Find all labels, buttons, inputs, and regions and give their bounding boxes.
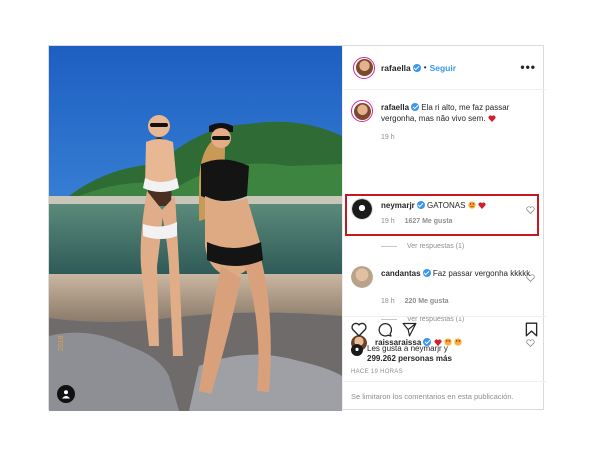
comment-time: 18 h xyxy=(381,298,395,305)
post-photo[interactable]: 2018 xyxy=(49,46,342,411)
beach-photo-illustration: 2018 xyxy=(49,46,342,411)
highlight-box xyxy=(345,194,539,236)
instagram-post: 2018 rafaella • Seguir ••• rafaella Ela … xyxy=(48,45,546,411)
comment-meta: 19 h xyxy=(381,134,403,141)
comment-username[interactable]: candantas xyxy=(381,269,421,278)
view-replies-label[interactable]: Ver respuestas (1) xyxy=(407,243,464,250)
comment-bubble-icon[interactable] xyxy=(377,322,392,337)
comments-disabled-notice: Se limitaron los comentarios en esta pub… xyxy=(343,381,546,411)
svg-text:2018: 2018 xyxy=(58,335,65,351)
comment-candantas: candantas Faz passar vergonha kkkkk 18 h… xyxy=(351,266,539,314)
author-username[interactable]: rafaella xyxy=(381,63,411,73)
bookmark-icon[interactable] xyxy=(525,322,538,337)
comment-text: Faz passar vergonha kkkkk xyxy=(432,269,531,278)
comment-avatar[interactable] xyxy=(351,100,373,122)
likes-count[interactable]: 299.262 personas más xyxy=(367,354,452,363)
comment-username[interactable]: rafaella xyxy=(381,103,409,112)
comment-body: rafaella Ela ri alto, me faz passar verg… xyxy=(381,102,531,124)
liker-avatar[interactable] xyxy=(351,344,363,356)
comment-avatar[interactable] xyxy=(351,266,373,288)
comment-body: candantas Faz passar vergonha kkkkk xyxy=(381,268,531,279)
post-timestamp[interactable]: HACE 19 HORAS xyxy=(351,369,403,375)
verified-badge-icon xyxy=(422,269,431,277)
comment-likes[interactable]: 220 Me gusta xyxy=(405,298,449,305)
liked-by-text[interactable]: Les gusta a neymarjr y xyxy=(367,344,448,353)
user-tag-icon[interactable] xyxy=(57,385,75,403)
verified-badge-icon xyxy=(412,63,421,72)
like-comment-heart-icon[interactable] xyxy=(526,274,535,282)
more-options-icon[interactable]: ••• xyxy=(520,60,536,74)
post-header: rafaella • Seguir ••• xyxy=(343,46,546,90)
post-sidebar: rafaella • Seguir ••• rafaella Ela ri al… xyxy=(342,46,546,411)
heart-outline-icon[interactable] xyxy=(351,322,367,337)
comment-time: 19 h xyxy=(381,134,395,141)
view-replies-link[interactable]: Ver respuestas (1) xyxy=(381,243,464,250)
replies-divider xyxy=(381,246,397,247)
red-heart-emoji-icon xyxy=(488,115,496,122)
comment-caption: rafaella Ela ri alto, me faz passar verg… xyxy=(351,100,539,150)
paper-plane-icon[interactable] xyxy=(402,322,417,337)
verified-badge-icon xyxy=(411,103,420,111)
separator-dot: • xyxy=(423,63,427,72)
follow-button[interactable]: Seguir xyxy=(430,63,456,73)
author-avatar[interactable] xyxy=(353,56,375,79)
comment-meta: 18 h 220 Me gusta xyxy=(381,298,457,305)
action-bar xyxy=(343,316,546,342)
